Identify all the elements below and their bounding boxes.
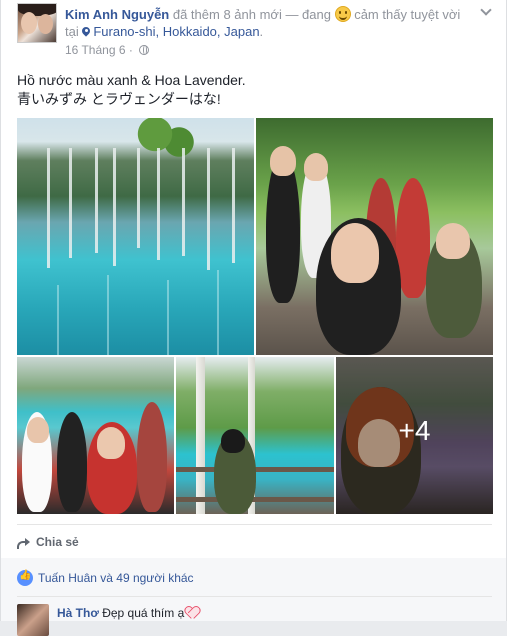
comment: Hà Thơ Đẹp quá thím ạ [57, 606, 198, 620]
post-header: Kim Anh Nguyễn đã thêm 8 ảnh mới — đang … [65, 6, 461, 39]
photo-group-selfie[interactable] [256, 118, 493, 355]
post-text-line-1: Hồ nước màu xanh & Hoa Lavender. [17, 72, 246, 88]
post-card: Kim Anh Nguyễn đã thêm 8 ảnh mới — đang … [0, 0, 507, 636]
post-text: Hồ nước màu xanh & Hoa Lavender. 青いみずみ と… [17, 71, 246, 109]
photo-birch-lake[interactable] [176, 357, 334, 514]
feeling-happy-icon [334, 6, 351, 22]
more-photos-count[interactable]: +4 [336, 415, 493, 447]
post-action-text: đã thêm 8 ảnh mới — đang [169, 7, 335, 22]
chevron-down-icon[interactable] [480, 4, 492, 16]
like-icon [17, 570, 33, 586]
comment-text: Đẹp quá thím ạ [98, 606, 185, 620]
reactions-bar: Tuấn Huân và 49 người khác Hà Thơ Đẹp qu… [1, 558, 506, 636]
heart-icon [185, 607, 198, 619]
share-button[interactable]: Chia sẻ [17, 535, 79, 549]
comment-author[interactable]: Hà Thơ [57, 606, 99, 620]
photo-group-lake[interactable] [17, 357, 174, 514]
likes-summary[interactable]: Tuấn Huân và 49 người khác [38, 571, 194, 585]
commenter-avatar[interactable] [17, 604, 49, 636]
post-date[interactable]: 16 Tháng 6 [65, 43, 126, 57]
photo-lake[interactable] [17, 118, 254, 355]
location-pin-icon [82, 27, 90, 37]
globe-icon [139, 45, 150, 55]
photo-lavender-more[interactable]: +4 [336, 357, 493, 514]
divider [17, 596, 492, 597]
author-avatar[interactable] [17, 3, 57, 43]
location-link[interactable]: Furano-shi, Hokkaido, Japan [82, 24, 260, 39]
post-text-line-2: 青いみずみ とラヴェンダーはな! [17, 91, 221, 107]
share-icon [17, 538, 30, 549]
divider [17, 524, 492, 525]
post-meta: 16 Tháng 6 · [65, 43, 150, 57]
author-name[interactable]: Kim Anh Nguyễn [65, 7, 169, 22]
